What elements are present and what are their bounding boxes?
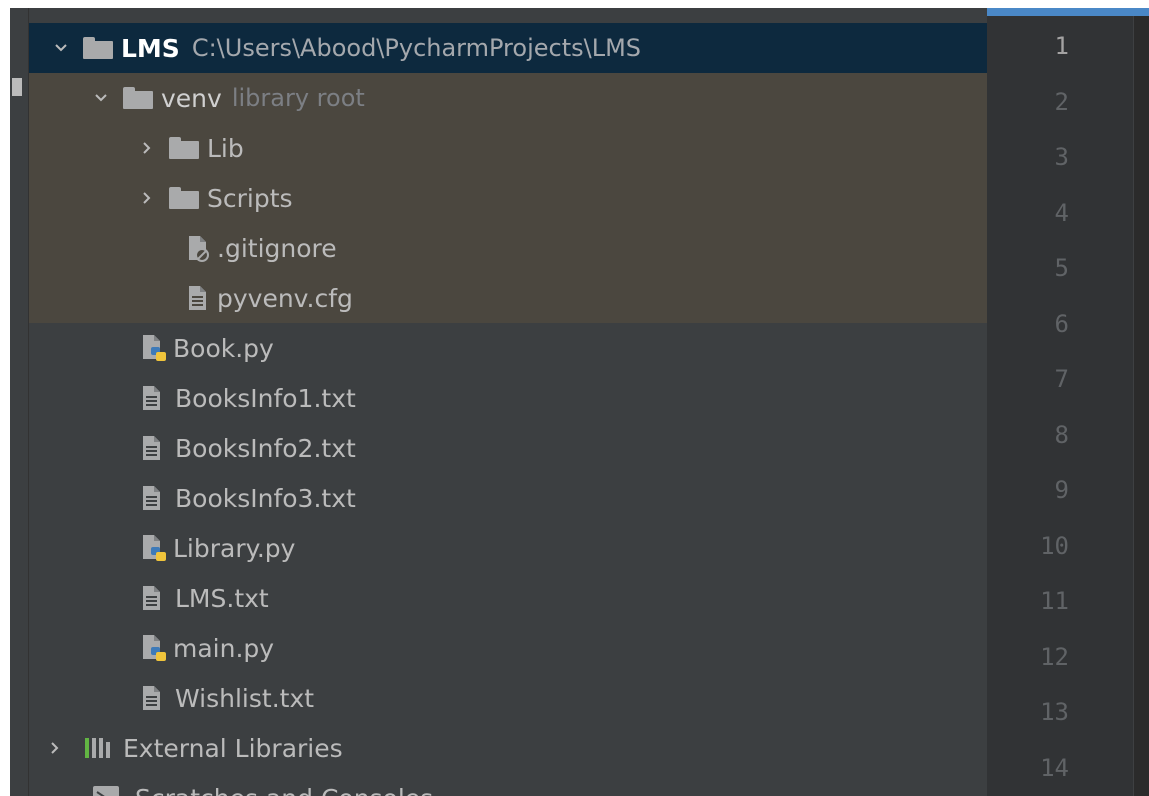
line-number: 5 <box>1054 254 1069 282</box>
tree-item-label: LMS.txt <box>175 583 269 613</box>
tree-row-file[interactable]: BooksInfo1.txt <box>29 373 987 423</box>
tree-row-venv[interactable]: venv library root <box>29 73 987 123</box>
tree-row-file[interactable]: Book.py <box>29 323 987 373</box>
library-root-tag: library root <box>231 84 365 112</box>
tree-row-pyvenv-cfg[interactable]: pyvenv.cfg <box>29 273 987 323</box>
root-project-name: LMS <box>121 33 180 63</box>
text-file-icon <box>141 434 163 462</box>
window-edge-top <box>0 0 1149 8</box>
editor-tab-indicator <box>987 8 1149 16</box>
editor-gutter: 1 2 3 4 5 6 7 8 9 10 11 12 13 14 <box>987 8 1149 796</box>
libraries-icon <box>83 736 119 760</box>
line-number: 7 <box>1054 365 1069 393</box>
tree-row-lib[interactable]: Lib <box>29 123 987 173</box>
tree-row-file[interactable]: Wishlist.txt <box>29 673 987 723</box>
line-number: 13 <box>1040 698 1069 726</box>
line-number: 11 <box>1040 587 1069 615</box>
tool-window-strip <box>10 8 29 796</box>
text-file-icon <box>141 584 163 612</box>
tree-item-label: Library.py <box>173 533 296 563</box>
chevron-down-icon[interactable] <box>51 38 71 58</box>
window-edge-left <box>0 0 10 796</box>
line-number: 8 <box>1054 420 1069 449</box>
tree-row-file[interactable]: BooksInfo2.txt <box>29 423 987 473</box>
tree-item-label: Scripts <box>207 183 293 213</box>
tree-item-label: Book.py <box>173 333 274 363</box>
tree-item-label: BooksInfo2.txt <box>175 433 356 463</box>
tree-item-label: pyvenv.cfg <box>217 283 353 313</box>
tree-item-label: External Libraries <box>123 733 343 763</box>
root-project-path: C:\Users\Abood\PycharmProjects\LMS <box>191 34 642 62</box>
venv-folder-name: venv <box>161 83 222 113</box>
tree-row-file[interactable]: LMS.txt <box>29 573 987 623</box>
line-number: 3 <box>1054 143 1069 171</box>
tree-row-root[interactable]: LMS C:\Users\Abood\PycharmProjects\LMS <box>29 23 987 73</box>
chevron-right-icon[interactable] <box>45 738 65 758</box>
text-file-icon <box>141 684 163 712</box>
folder-icon <box>83 37 113 59</box>
folder-icon <box>123 87 153 109</box>
tree-item-label: main.py <box>173 633 275 663</box>
tree-row-external-libraries[interactable]: External Libraries <box>29 723 987 773</box>
python-file-icon <box>139 333 169 363</box>
text-file-icon <box>187 284 209 312</box>
tree-row-gitignore[interactable]: .gitignore <box>29 223 987 273</box>
project-tree[interactable]: LMS C:\Users\Abood\PycharmProjects\LMS v… <box>29 8 987 796</box>
text-file-icon <box>141 484 163 512</box>
line-number: 6 <box>1054 309 1069 338</box>
chevron-down-icon[interactable] <box>91 88 111 108</box>
scratches-icon <box>91 784 123 796</box>
folder-icon <box>169 187 199 209</box>
ignore-file-icon <box>187 234 209 262</box>
project-tool-tab[interactable] <box>12 78 22 96</box>
python-file-icon <box>139 533 169 563</box>
tree-item-label: Lib <box>207 133 244 163</box>
chevron-right-icon[interactable] <box>137 138 157 158</box>
line-number: 4 <box>1054 198 1069 227</box>
tree-row-file[interactable]: Library.py <box>29 523 987 573</box>
tree-item-label: Wishlist.txt <box>175 683 315 713</box>
tree-row-scripts[interactable]: Scripts <box>29 173 987 223</box>
chevron-right-icon[interactable] <box>137 188 157 208</box>
line-number: 9 <box>1054 476 1069 504</box>
editor-content[interactable] <box>1134 16 1149 796</box>
text-file-icon <box>141 384 163 412</box>
line-number: 12 <box>1040 642 1069 671</box>
folder-icon <box>169 137 199 159</box>
ide-window: LMS C:\Users\Abood\PycharmProjects\LMS v… <box>0 0 1149 796</box>
tree-item-label: BooksInfo3.txt <box>175 483 356 513</box>
tree-item-label: BooksInfo1.txt <box>175 383 356 413</box>
line-number: 10 <box>1040 531 1069 560</box>
line-number: 1 <box>1054 32 1069 60</box>
tree-row-scratches[interactable]: Scratches and Consoles <box>29 773 987 796</box>
tree-row-file[interactable]: main.py <box>29 623 987 673</box>
tree-item-label: Scratches and Consoles <box>135 784 433 796</box>
line-number: 14 <box>1040 753 1069 782</box>
tree-row-file[interactable]: BooksInfo3.txt <box>29 473 987 523</box>
tree-item-label: .gitignore <box>217 233 337 263</box>
python-file-icon <box>139 633 169 663</box>
line-number: 2 <box>1054 87 1069 116</box>
